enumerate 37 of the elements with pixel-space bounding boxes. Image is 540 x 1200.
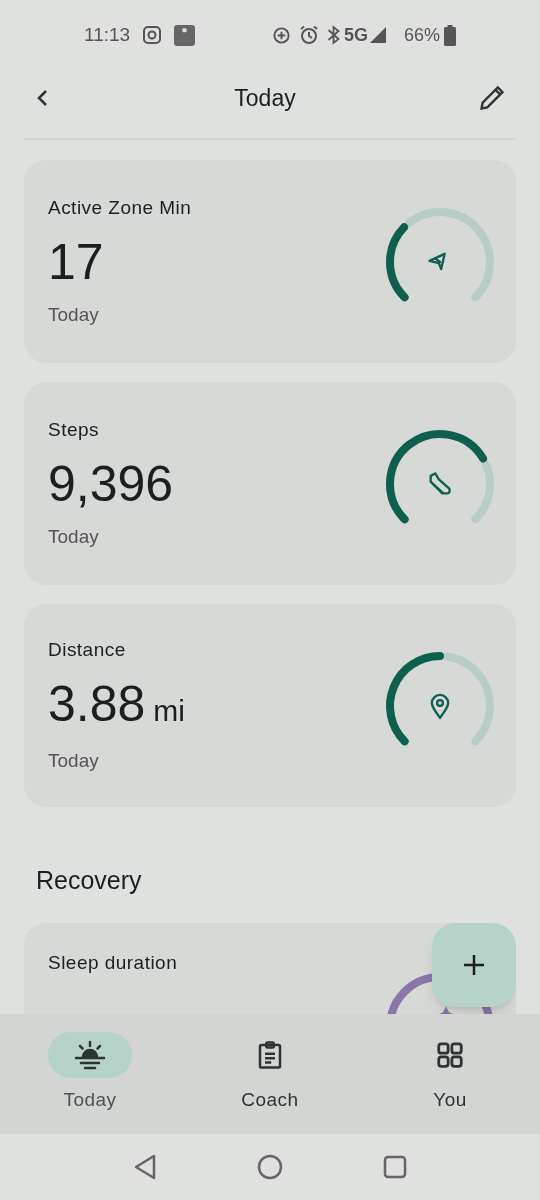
plus-icon — [462, 952, 486, 977]
nav-tab[interactable]: You — [360, 1032, 540, 1115]
grid-icon — [435, 1040, 465, 1070]
back-nav-icon[interactable] — [133, 1154, 157, 1180]
metric-value: 17 — [48, 236, 104, 287]
section-heading: Recovery — [36, 865, 143, 896]
location-pin-icon — [431, 694, 449, 718]
gauge-track — [471, 460, 494, 523]
metric-caption: Today — [48, 524, 100, 549]
nav-tab[interactable]: Today — [0, 1032, 180, 1115]
metric-value: 9,396 — [48, 458, 174, 509]
metric-value: 3.88 — [48, 678, 146, 729]
network-type: 5G — [343, 23, 368, 47]
sleep-card[interactable]: Sleep duration — [24, 922, 516, 1014]
recents-nav-icon[interactable] — [383, 1155, 407, 1179]
alarm-icon — [298, 25, 319, 45]
home-nav-icon[interactable] — [257, 1154, 283, 1180]
bluetooth-icon — [326, 25, 340, 45]
battery-percent: 66% — [403, 23, 440, 47]
metric-title: Active Zone Min — [48, 196, 192, 220]
battery-icon — [444, 24, 456, 46]
metric-card[interactable]: Distance 3.88 mi Today — [24, 604, 516, 807]
pencil-icon — [478, 84, 506, 112]
metric-title: Steps — [48, 418, 100, 442]
scale-icon — [174, 24, 196, 46]
camera-icon — [142, 25, 163, 45]
metric-title: Distance — [48, 638, 127, 662]
metric-card[interactable]: Steps 9,396 Today — [24, 382, 516, 585]
metric-card[interactable]: Active Zone Min 17 Today — [24, 160, 516, 363]
metric-caption: Today — [48, 748, 100, 773]
sunrise-icon — [73, 1040, 107, 1070]
metric-unit: mi — [153, 692, 185, 729]
metric-caption: Today — [48, 302, 100, 327]
page-title: Today — [234, 83, 296, 113]
status-time: 11:13 — [84, 22, 131, 47]
metric-title: Sleep duration — [48, 950, 178, 975]
nav-tab[interactable]: Coach — [180, 1032, 360, 1115]
